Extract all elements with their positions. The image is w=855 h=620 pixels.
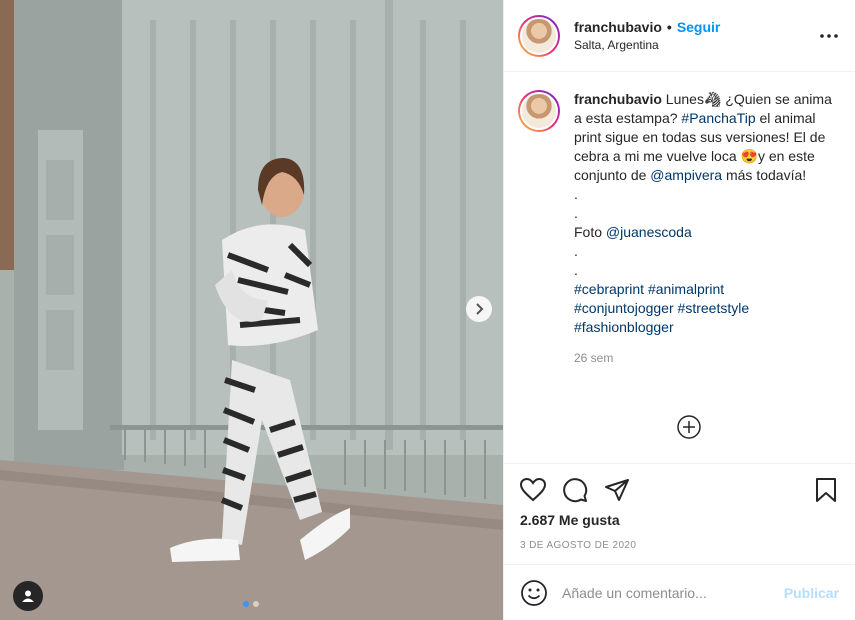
comment-button[interactable]	[562, 477, 588, 503]
hashtag-link[interactable]: #animalprint	[648, 281, 724, 297]
post-photo[interactable]	[0, 0, 503, 620]
mention-link[interactable]: @juanescoda	[606, 224, 692, 240]
header-row: franchubavio • Seguir	[574, 19, 817, 35]
hashtags-line: #conjuntojogger #streetstyle	[574, 299, 834, 318]
action-icons	[520, 476, 839, 504]
caption-avatar[interactable]	[518, 90, 560, 132]
hashtag-link[interactable]: #conjuntojogger	[574, 300, 674, 316]
hashtags-line: #cebraprint #animalprint	[574, 280, 834, 299]
photo-scene	[0, 0, 503, 620]
caption: franchubavio Lunes🦓 ¿Quien se anima a es…	[518, 90, 841, 368]
more-options-button[interactable]	[817, 24, 841, 48]
post-container: franchubavio • Seguir Salta, Argentina f…	[0, 0, 855, 620]
location-link[interactable]: Salta, Argentina	[574, 38, 817, 52]
save-button[interactable]	[813, 477, 839, 503]
caption-username-link[interactable]: franchubavio	[574, 91, 662, 107]
post-date[interactable]: 3 DE AGOSTO DE 2020	[520, 540, 839, 551]
comments-area: franchubavio Lunes🦓 ¿Quien se anima a es…	[504, 72, 855, 463]
actions-section: 2.687 Me gusta 3 DE AGOSTO DE 2020	[504, 463, 855, 564]
comment-icon	[563, 478, 588, 503]
separator-dot: •	[666, 19, 672, 35]
post-details-panel: franchubavio • Seguir Salta, Argentina f…	[503, 0, 855, 620]
plus-circle-icon	[677, 415, 701, 439]
hashtag-link[interactable]: #PanchaTip	[681, 110, 755, 126]
heart-icon	[520, 478, 546, 502]
share-icon	[605, 479, 629, 501]
username-link[interactable]: franchubavio	[574, 19, 662, 35]
post-header: franchubavio • Seguir Salta, Argentina	[504, 0, 855, 72]
bookmark-icon	[816, 478, 836, 502]
user-tag-icon	[22, 590, 34, 602]
carousel-dot	[253, 601, 259, 607]
likes-count[interactable]: 2.687 Me gusta	[520, 512, 839, 528]
caption-dot: .	[574, 243, 578, 259]
caption-paragraph: franchubavio Lunes🦓 ¿Quien se anima a es…	[574, 90, 834, 185]
emoji-icon[interactable]	[520, 579, 548, 607]
caption-body: franchubavio Lunes🦓 ¿Quien se anima a es…	[574, 90, 834, 368]
carousel-next-button[interactable]	[466, 296, 492, 322]
chevron-right-icon	[476, 303, 484, 315]
hashtags-line: #fashionblogger	[574, 318, 834, 337]
user-tags-button[interactable]	[13, 581, 43, 611]
hashtag-link[interactable]: #cebraprint	[574, 281, 644, 297]
caption-dot: .	[574, 205, 578, 221]
follow-button[interactable]: Seguir	[677, 19, 721, 35]
add-comment-bar: Publicar	[504, 564, 855, 620]
hashtag-link[interactable]: #fashionblogger	[574, 319, 674, 335]
carousel-dot-active	[243, 601, 249, 607]
hashtag-link[interactable]: #streetstyle	[678, 300, 750, 316]
photo-credit-label: Foto	[574, 224, 606, 240]
caption-dot: .	[574, 262, 578, 278]
more-options-icon	[820, 33, 838, 38]
share-button[interactable]	[604, 477, 630, 503]
avatar[interactable]	[518, 14, 560, 57]
caption-dot: .	[574, 186, 578, 202]
load-more-comments-button[interactable]	[676, 414, 702, 440]
comment-input[interactable]	[562, 584, 784, 601]
photo-credit: Foto @juanescoda	[574, 223, 834, 242]
publish-button[interactable]: Publicar	[784, 585, 839, 601]
mention-link[interactable]: @ampivera	[650, 167, 722, 183]
carousel-indicator	[243, 601, 259, 607]
caption-timestamp[interactable]: 26 sem	[574, 349, 834, 368]
header-text: franchubavio • Seguir Salta, Argentina	[574, 19, 817, 52]
like-button[interactable]	[520, 477, 546, 503]
caption-text-3: más todavía!	[722, 167, 807, 183]
